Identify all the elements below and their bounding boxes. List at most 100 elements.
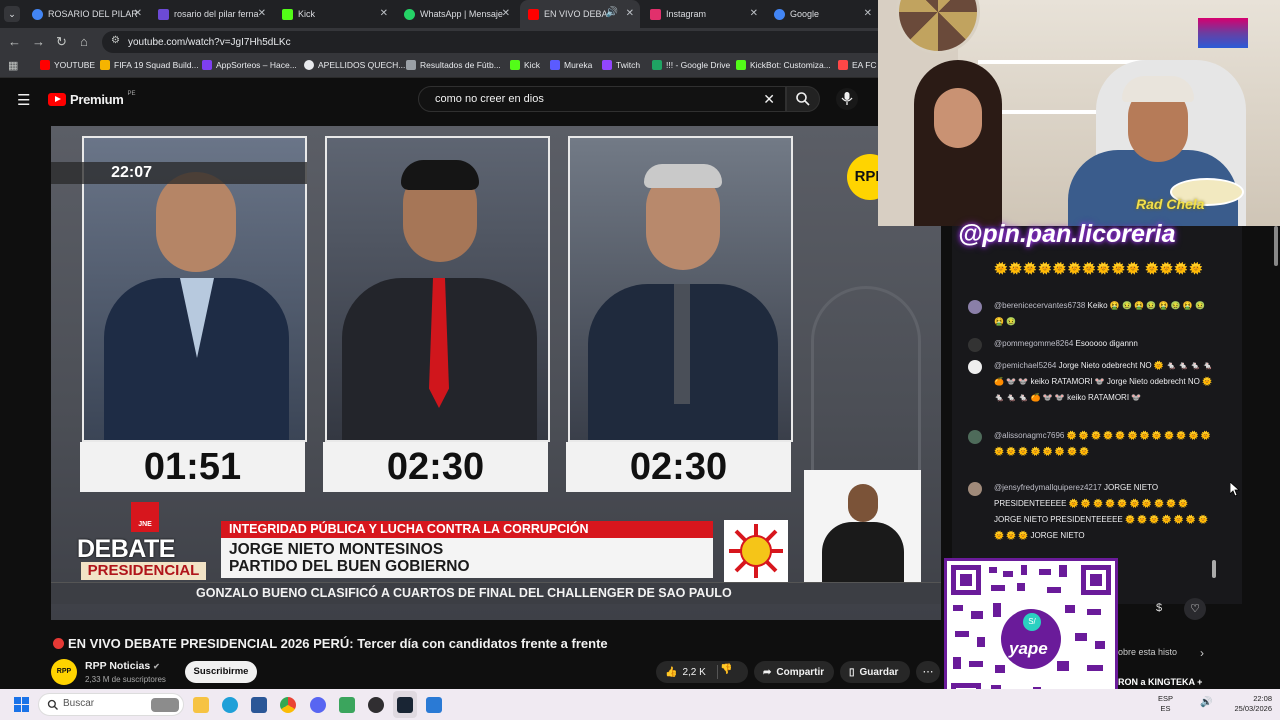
- tab-en-vivo-debate[interactable]: EN VIVO DEBA 🔊 ✕: [520, 0, 640, 28]
- mureka-icon: [550, 60, 560, 70]
- language-indicator[interactable]: ESP ES: [1158, 694, 1173, 714]
- google-icon: [304, 60, 314, 70]
- streamer-webcam: Rad Chela: [878, 0, 1280, 226]
- kick-icon: [282, 8, 293, 20]
- dollar-icon[interactable]: $: [1156, 602, 1162, 614]
- search-button[interactable]: [786, 86, 820, 112]
- bookmark-kick[interactable]: Kick: [510, 60, 540, 70]
- bookmark-apellidos[interactable]: APELLIDOS QUECH...: [304, 60, 405, 70]
- bookmark-ea-fc[interactable]: EA FC: [838, 60, 877, 70]
- tab-google[interactable]: Google ✕: [766, 0, 878, 28]
- like-button[interactable]: 👍 2,2 K: [656, 661, 716, 683]
- close-icon[interactable]: ✕: [380, 8, 388, 19]
- bookmark-twitch[interactable]: Twitch: [602, 60, 640, 70]
- tab-whatsapp[interactable]: WhatsApp | Mensaje ✕: [396, 0, 516, 28]
- live-chat-panel: @pin.pan.licoreria 🌞🌞🌞🌞🌞🌞🌞🌞🌞🌞 🌞🌞🌞🌞 @bere…: [952, 220, 1278, 620]
- bookmark-mureka[interactable]: Mureka: [550, 60, 592, 70]
- volume-icon[interactable]: 🔊: [1200, 697, 1212, 708]
- chat-avatar: [968, 430, 982, 444]
- sun-icon: [729, 524, 783, 578]
- app-icon[interactable]: [426, 697, 442, 713]
- voice-search-button[interactable]: [836, 88, 858, 110]
- bookmark-google-drive[interactable]: !!! - Google Drive: [652, 60, 730, 70]
- sponsor-banner: @pin.pan.licoreria: [958, 220, 1176, 248]
- speaker-icon[interactable]: 🔊: [606, 7, 618, 18]
- tab-search-button[interactable]: ⌄: [4, 6, 20, 22]
- clock[interactable]: 22:08 25/03/2026: [1226, 694, 1272, 714]
- clear-search-icon[interactable]: ✕: [763, 87, 775, 111]
- windows-start-icon[interactable]: [14, 697, 29, 712]
- chat-message: @pemichael5264 Jorge Nieto odebrecht NO …: [994, 361, 1213, 402]
- obs-icon[interactable]: [368, 697, 384, 713]
- timer-candidate-3: 02:30: [566, 442, 791, 492]
- file-explorer-icon[interactable]: [193, 697, 209, 713]
- debate-word: DEBATE: [77, 535, 175, 563]
- bookmark-resultados[interactable]: Resultados de Fútb...: [406, 60, 501, 70]
- close-icon[interactable]: ✕: [626, 8, 634, 19]
- share-icon: ➦: [763, 666, 772, 678]
- edge-icon[interactable]: [222, 697, 238, 713]
- bookmark-fifa[interactable]: FIFA 19 Squad Build...: [100, 60, 199, 70]
- close-icon[interactable]: ✕: [864, 8, 872, 19]
- bookmark-appsorteos[interactable]: AppSorteos – Hace...: [202, 60, 297, 70]
- emote-row: 🌞🌞🌞🌞🌞🌞🌞🌞🌞🌞 🌞🌞🌞🌞: [994, 263, 1204, 275]
- channel-avatar[interactable]: RPP: [51, 659, 77, 685]
- party-sun-logo: [724, 520, 788, 582]
- kick-icon: [736, 60, 746, 70]
- save-button[interactable]: ▯ Guardar: [840, 661, 910, 683]
- reload-icon[interactable]: ↻: [56, 34, 67, 50]
- twitch-icon: [602, 60, 612, 70]
- address-bar[interactable]: ⚙ youtube.com/watch?v=JgI7Hh5dLKc: [102, 31, 902, 53]
- heart-button[interactable]: ♡: [1184, 598, 1206, 620]
- channel-name[interactable]: RPP Noticias ✔: [85, 660, 160, 672]
- dislike-button[interactable]: 👎: [720, 664, 732, 675]
- chevron-right-icon[interactable]: ›: [1200, 646, 1204, 660]
- search-input[interactable]: como no creer en dios ✕: [418, 86, 786, 112]
- close-icon[interactable]: ✕: [502, 8, 510, 19]
- heart-icon: ♡: [1190, 603, 1200, 615]
- menu-icon[interactable]: ☰: [17, 91, 30, 109]
- chat-scroll-thumb[interactable]: [1212, 560, 1216, 578]
- store-icon[interactable]: [251, 697, 267, 713]
- candidate-panel-3: [568, 136, 793, 442]
- close-icon[interactable]: ✕: [258, 8, 266, 19]
- live-dot-icon: [53, 638, 64, 649]
- back-icon[interactable]: ←: [8, 34, 21, 49]
- home-icon[interactable]: ⌂: [80, 34, 88, 49]
- chat-scrollbar[interactable]: [1274, 226, 1278, 266]
- chat-avatar: [968, 338, 982, 352]
- more-actions-button[interactable]: ⋯: [916, 661, 940, 683]
- bookmark-kickbot[interactable]: KickBot: Customiza...: [736, 60, 831, 70]
- tab-kick[interactable]: Kick ✕: [274, 0, 394, 28]
- video-player[interactable]: 22:07 01:51 02:30 02:30 RPP JNE DEBATE P…: [51, 126, 941, 620]
- close-icon[interactable]: ✕: [750, 8, 758, 19]
- chrome-icon[interactable]: [280, 697, 296, 713]
- tab-instagram[interactable]: Instagram ✕: [642, 0, 764, 28]
- timer-candidate-2: 02:30: [323, 442, 548, 492]
- chat-avatar: [968, 482, 982, 496]
- apps-icon[interactable]: ▦: [8, 59, 18, 72]
- notes-icon[interactable]: [339, 697, 355, 713]
- close-icon[interactable]: ✕: [134, 8, 142, 19]
- google-icon: [32, 8, 43, 20]
- share-button[interactable]: ➦ Compartir: [754, 661, 834, 683]
- news-ticker: GONZALO BUENO CLASIFICÓ A CUARTOS DE FIN…: [51, 582, 941, 604]
- search-icon: [796, 92, 810, 106]
- chat-message: @jensyfredymallquiperez4217 JORGE NIETO …: [994, 483, 1209, 540]
- youtube-logo[interactable]: Premium PE: [48, 91, 136, 107]
- site-info-icon[interactable]: ⚙: [111, 35, 120, 46]
- streamer-tag: Rad Chela: [1136, 196, 1205, 212]
- tab-rosario-del-pilar[interactable]: ROSARIO DEL PILAR ✕: [24, 0, 148, 28]
- chat-message: @pommegomme8264 Esooooo digannn: [994, 339, 1138, 348]
- tab-rosario-search[interactable]: rosario del pilar ferna ✕: [150, 0, 272, 28]
- streamer-man-cap: [1122, 76, 1194, 102]
- discord-icon[interactable]: [310, 697, 326, 713]
- bookmark-icon: ▯: [849, 666, 855, 678]
- forward-icon[interactable]: →: [32, 34, 45, 49]
- bookmark-youtube[interactable]: YOUTUBE: [40, 60, 95, 70]
- taskbar-search[interactable]: Buscar: [38, 693, 184, 716]
- jne-badge: JNE: [131, 502, 159, 532]
- subscribe-button[interactable]: Suscribirme: [185, 661, 257, 683]
- chat-snippet: obre esta histo: [1118, 647, 1178, 657]
- candidate-hair: [401, 160, 479, 190]
